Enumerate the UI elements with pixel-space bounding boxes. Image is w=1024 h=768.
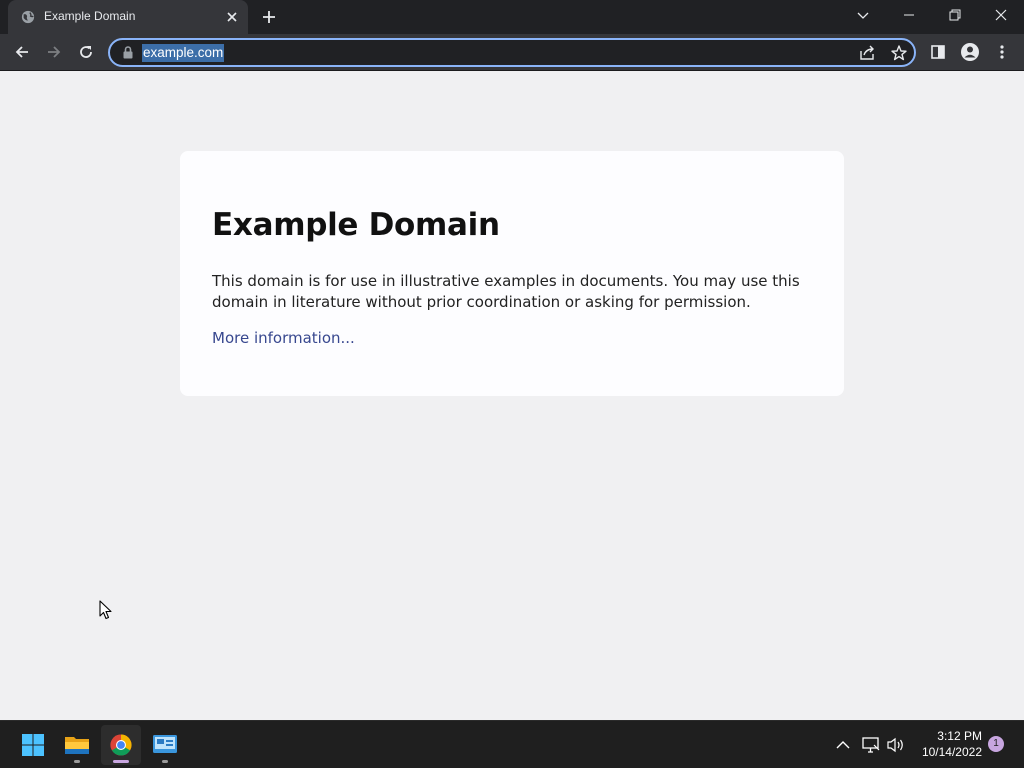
forward-button[interactable] [42, 41, 66, 63]
close-tab-icon[interactable] [224, 9, 240, 25]
profile-button[interactable] [958, 41, 982, 63]
close-window-button[interactable] [978, 0, 1024, 30]
chrome-icon [110, 734, 132, 756]
bookmark-star-icon[interactable] [890, 44, 908, 62]
reload-icon [80, 46, 92, 58]
page-title: Example Domain [212, 207, 500, 243]
minimize-button[interactable] [886, 0, 932, 30]
windows-start-icon [22, 734, 44, 756]
arrow-left-icon [15, 46, 28, 58]
minimize-icon [904, 14, 914, 16]
reload-button[interactable] [74, 41, 98, 63]
chevron-up-icon[interactable] [833, 735, 853, 755]
notification-badge[interactable]: 1 [988, 736, 1004, 752]
active-indicator [113, 760, 129, 763]
taskbar-chrome[interactable] [101, 725, 141, 765]
clock-date: 10/14/2022 [921, 745, 982, 759]
taskbar-control-panel[interactable] [145, 725, 185, 765]
running-indicator [162, 760, 168, 763]
share-icon[interactable] [858, 44, 876, 62]
tab-example-domain[interactable]: Example Domain [8, 0, 248, 34]
profile-icon [961, 43, 979, 61]
mouse-cursor-icon [99, 600, 112, 620]
side-panel-icon [931, 45, 945, 59]
chevron-down-icon [857, 12, 869, 19]
title-bar: Example Domain [0, 0, 1024, 34]
clock-time: 3:12 PM [937, 729, 982, 743]
address-bar[interactable]: example.com [108, 38, 916, 67]
restore-icon [949, 9, 961, 21]
file-explorer-icon [65, 737, 89, 754]
system-clock[interactable]: 3:12 PM 10/14/2022 [912, 728, 982, 760]
back-button[interactable] [10, 41, 34, 63]
lock-icon[interactable] [121, 45, 135, 60]
control-panel-icon [153, 735, 177, 753]
side-panel-button[interactable] [926, 41, 950, 63]
taskbar [0, 720, 1024, 768]
page-description: This domain is for use in illustrative e… [212, 272, 800, 311]
menu-button[interactable] [990, 41, 1014, 63]
taskbar-file-explorer[interactable] [57, 725, 97, 765]
volume-icon[interactable] [886, 735, 906, 755]
start-button[interactable] [13, 725, 53, 765]
content-card: Example Domain This domain is for use in… [180, 151, 844, 396]
tab-search-button[interactable] [840, 0, 886, 30]
network-icon[interactable] [861, 735, 881, 755]
kebab-menu-icon [1000, 45, 1004, 59]
more-information-link[interactable]: More information... [212, 329, 355, 347]
globe-icon [21, 10, 35, 24]
close-icon [995, 9, 1007, 21]
url-text[interactable]: example.com [142, 44, 225, 62]
running-indicator [74, 760, 80, 763]
restore-button[interactable] [932, 0, 978, 30]
arrow-right-icon [48, 46, 61, 58]
tab-title: Example Domain [44, 9, 136, 23]
new-tab-icon[interactable] [261, 9, 277, 25]
